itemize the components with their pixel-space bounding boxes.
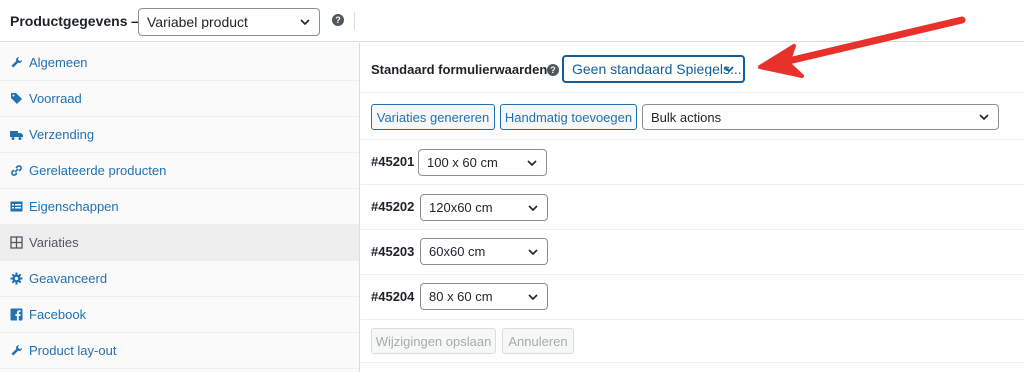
bulk-actions-value: Bulk actions <box>651 110 722 124</box>
variation-size-value: 60x60 cm <box>429 245 486 258</box>
tab-eigenschappen[interactable]: Eigenschappen <box>0 189 359 225</box>
divider <box>354 12 355 30</box>
default-values-select[interactable]: Geen standaard Spiegels... <box>562 55 745 83</box>
default-values-value: Geen standaard Spiegels... <box>572 62 742 76</box>
variation-size-value: 80 x 60 cm <box>429 290 493 303</box>
chevron-down-icon <box>528 248 538 255</box>
default-form-values-label: Standaard formulierwaarden: <box>371 62 552 77</box>
tab-gerelateerde-producten[interactable]: Gerelateerde producten <box>0 153 359 189</box>
tab-label: Voorraad <box>29 91 82 106</box>
tab-label: Variaties <box>29 235 79 250</box>
variation-id: #45204 <box>371 289 415 304</box>
gear-icon <box>10 272 23 285</box>
tab-verzending[interactable]: Verzending <box>0 117 359 153</box>
list-table-icon <box>10 201 23 212</box>
cancel-button[interactable]: Annuleren <box>502 328 574 354</box>
tab-voorraad[interactable]: Voorraad <box>0 81 359 117</box>
variation-id: #45202 <box>371 199 415 214</box>
wrench-icon <box>11 57 22 68</box>
tab-variaties[interactable]: Variaties <box>0 225 359 261</box>
grid-icon <box>10 236 23 249</box>
variation-size-value: 100 x 60 cm <box>427 156 498 169</box>
annotation-arrow-icon <box>758 16 966 78</box>
tab-algemeen[interactable]: Algemeen <box>0 45 359 81</box>
chevron-down-icon <box>300 19 310 26</box>
tab-label: Eigenschappen <box>29 199 119 214</box>
help-icon[interactable]: ? <box>332 14 344 26</box>
product-type-value: Variabel product <box>147 15 248 29</box>
truck-icon <box>10 131 23 140</box>
variation-size-select[interactable]: 100 x 60 cm <box>418 149 547 176</box>
tab-label: Geavanceerd <box>29 271 108 286</box>
bulk-actions-select[interactable]: Bulk actions <box>642 104 999 130</box>
chevron-down-icon <box>528 293 538 300</box>
tab-geavanceerd[interactable]: Geavanceerd <box>0 261 359 297</box>
variation-size-select[interactable]: 60x60 cm <box>420 238 548 265</box>
product-data-tabs: Algemeen Voorraad Verzending Gerelateerd… <box>0 43 360 372</box>
generate-variations-button[interactable]: Variaties genereren <box>371 104 495 130</box>
save-changes-button[interactable]: Wijzigingen opslaan <box>371 328 496 354</box>
tab-label: Facebook <box>29 307 87 322</box>
tag-icon <box>11 93 22 104</box>
chevron-down-icon <box>527 159 537 166</box>
tab-label: Product lay-out <box>29 343 117 358</box>
product-type-select[interactable]: Variabel product <box>138 8 320 36</box>
help-icon[interactable]: ? <box>547 64 559 76</box>
tab-label: Algemeen <box>29 55 88 70</box>
chevron-down-icon <box>528 204 538 211</box>
tab-facebook[interactable]: Facebook <box>0 297 359 333</box>
facebook-icon <box>10 308 23 321</box>
variation-id: #45203 <box>371 244 415 259</box>
tab-label: Verzending <box>29 127 95 142</box>
chevron-down-icon <box>979 114 989 121</box>
variation-id: #45201 <box>371 154 415 169</box>
link-icon <box>11 165 22 176</box>
tab-product-lay-out[interactable]: Product lay-out <box>0 333 359 369</box>
variation-size-select[interactable]: 120x60 cm <box>420 194 548 221</box>
wrench-icon <box>11 345 22 356</box>
tab-label: Gerelateerde producten <box>29 163 167 178</box>
variation-size-select[interactable]: 80 x 60 cm <box>420 283 548 310</box>
chevron-down-icon <box>724 66 734 73</box>
add-manually-button[interactable]: Handmatig toevoegen <box>500 104 637 130</box>
header-title: Productgegevens — <box>10 13 146 29</box>
variation-size-value: 120x60 cm <box>429 201 493 214</box>
